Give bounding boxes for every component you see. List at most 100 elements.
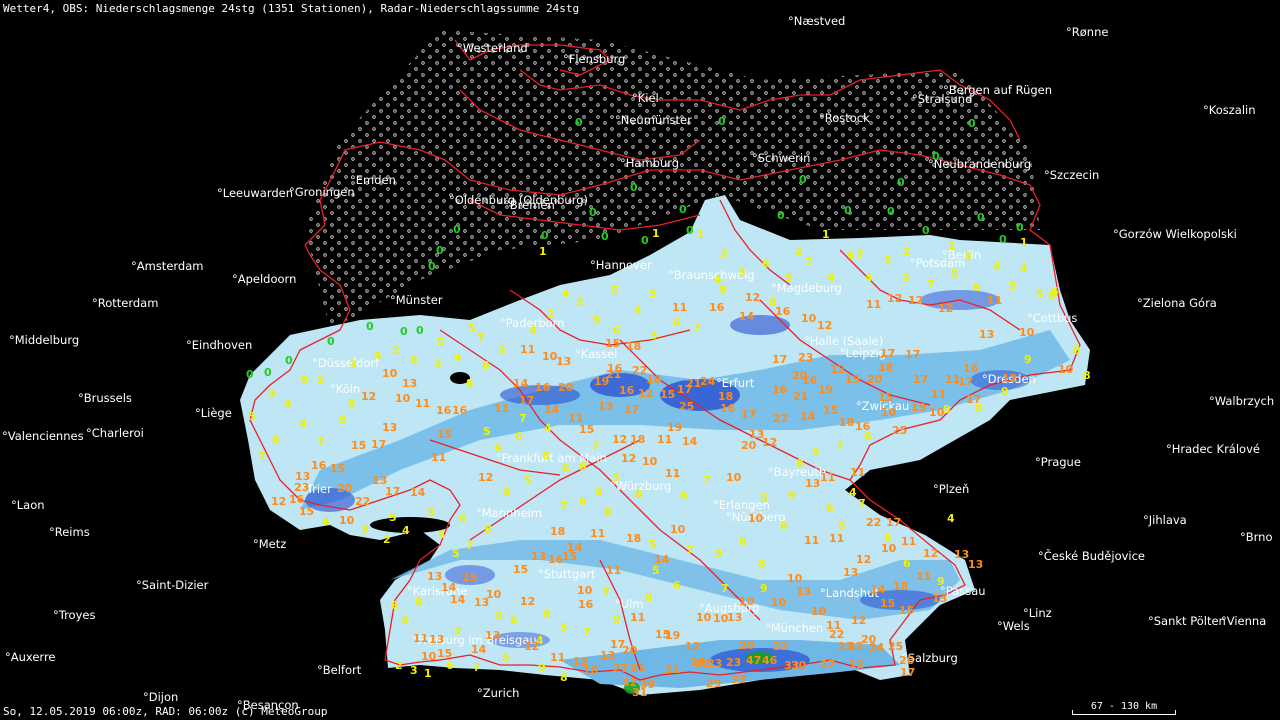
station-value: 13 [727,611,743,624]
station-value: 15 [605,337,621,350]
station-value: 19 [665,629,681,642]
scale-bar: 67 - 130 km [1072,701,1176,717]
station-value: 10 [642,455,658,468]
station-value: 19 [667,421,683,434]
city-label: °Rostock [819,111,870,125]
station-value: 12 [908,294,924,307]
station-value: 9 [595,486,603,499]
station-value: 16 [535,381,551,394]
city-label: °Sankt Pölten [1148,614,1226,628]
station-value: 8 [635,488,643,501]
city-label: °Besançon [237,698,299,712]
station-value: 11 [804,534,820,547]
station-value: 22 [355,495,371,508]
city-label: °Auxerre [5,650,56,664]
station-value: 20 [739,639,755,652]
station-value: 6 [562,462,570,475]
station-value: 7 [602,586,610,599]
station-value: 18 [893,580,909,593]
station-value: 12 [361,390,377,403]
station-value: 12 [830,363,846,376]
city-label: °Köln [330,382,361,396]
station-value: 25 [892,424,908,437]
station-value: 5 [483,425,491,438]
station-value: 5 [838,519,846,532]
station-value: 17 [886,516,902,529]
station-value: 17 [677,383,693,396]
station-value: 8 [796,457,804,470]
station-value: 11 [630,611,646,624]
station-value: 0 [436,244,444,257]
station-value: 6 [272,433,280,446]
station-value: 17 [371,438,387,451]
station-value: 15 [330,462,346,475]
station-value: 6 [847,249,855,262]
station-value: 0 [932,150,940,163]
station-value: 8 [780,519,788,532]
station-value: 9 [495,609,503,622]
station-value: 0 [327,335,335,348]
station-value: 4 [401,614,409,627]
city-label: °Linz [1023,606,1052,620]
station-value: 15 [845,373,861,386]
station-value: 10 [739,595,755,608]
station-value: 12 [887,292,903,305]
station-value: 12 [271,495,287,508]
station-value: 15 [299,505,315,518]
station-value: 3 [720,247,728,260]
station-value: 0 [453,223,461,236]
station-value: 0 [977,211,985,224]
station-value: 2 [392,344,400,357]
station-value: 16 [311,459,327,472]
city-label: °Erfurt [716,376,755,390]
city-label: °Liège [195,406,232,420]
station-value: 10 [382,367,398,380]
station-value: 24 [869,641,885,654]
station-value: 7 [560,500,568,513]
station-value: 7 [703,474,711,487]
station-value: 10 [1019,326,1035,339]
station-value: 15 [513,563,529,576]
station-value: 4 [402,524,410,537]
station-value: 10 [811,605,827,618]
city-label: °Groningen [289,185,355,199]
station-value: 9 [1001,385,1009,398]
station-value: 16 [619,384,635,397]
station-value: 3 [902,272,910,285]
station-value: 6 [391,599,399,612]
station-value: 3 [427,506,435,519]
station-value: 5 [812,445,820,458]
station-value: 6 [301,373,309,386]
station-value: 7 [477,332,485,345]
station-value: 12 [851,614,867,627]
station-value: 14 [471,643,487,656]
station-value: 14 [739,310,755,323]
station-value: 21 [665,663,681,676]
station-value: 8 [484,523,492,536]
station-value: 3 [349,358,357,371]
station-value: 8 [604,506,612,519]
city-label: °Eindhoven [186,338,253,352]
city-label: °Kiel [632,91,659,105]
station-value: 0 [400,325,408,338]
station-value: 7 [258,450,266,463]
station-value: 12 [745,291,761,304]
station-value: 11 [987,294,1003,307]
station-value: 0 [641,234,649,247]
station-value: 1 [1020,236,1028,249]
station-value: 11 [415,397,431,410]
station-value: 9 [788,489,796,502]
station-value: 16 [772,383,788,396]
station-value: 10 [486,588,502,601]
station-value: 17 [624,403,640,416]
station-value: 8 [758,557,766,570]
station-value: 14 [410,486,426,499]
station-value: 5 [452,547,460,560]
station-value: 8 [645,591,653,604]
station-value: 4 [299,417,307,430]
station-value: 15 [562,550,578,563]
station-value: 1 [652,227,660,240]
station-value: 6 [826,502,834,515]
station-value: 5 [611,284,619,297]
station-value: 12 [849,658,865,671]
